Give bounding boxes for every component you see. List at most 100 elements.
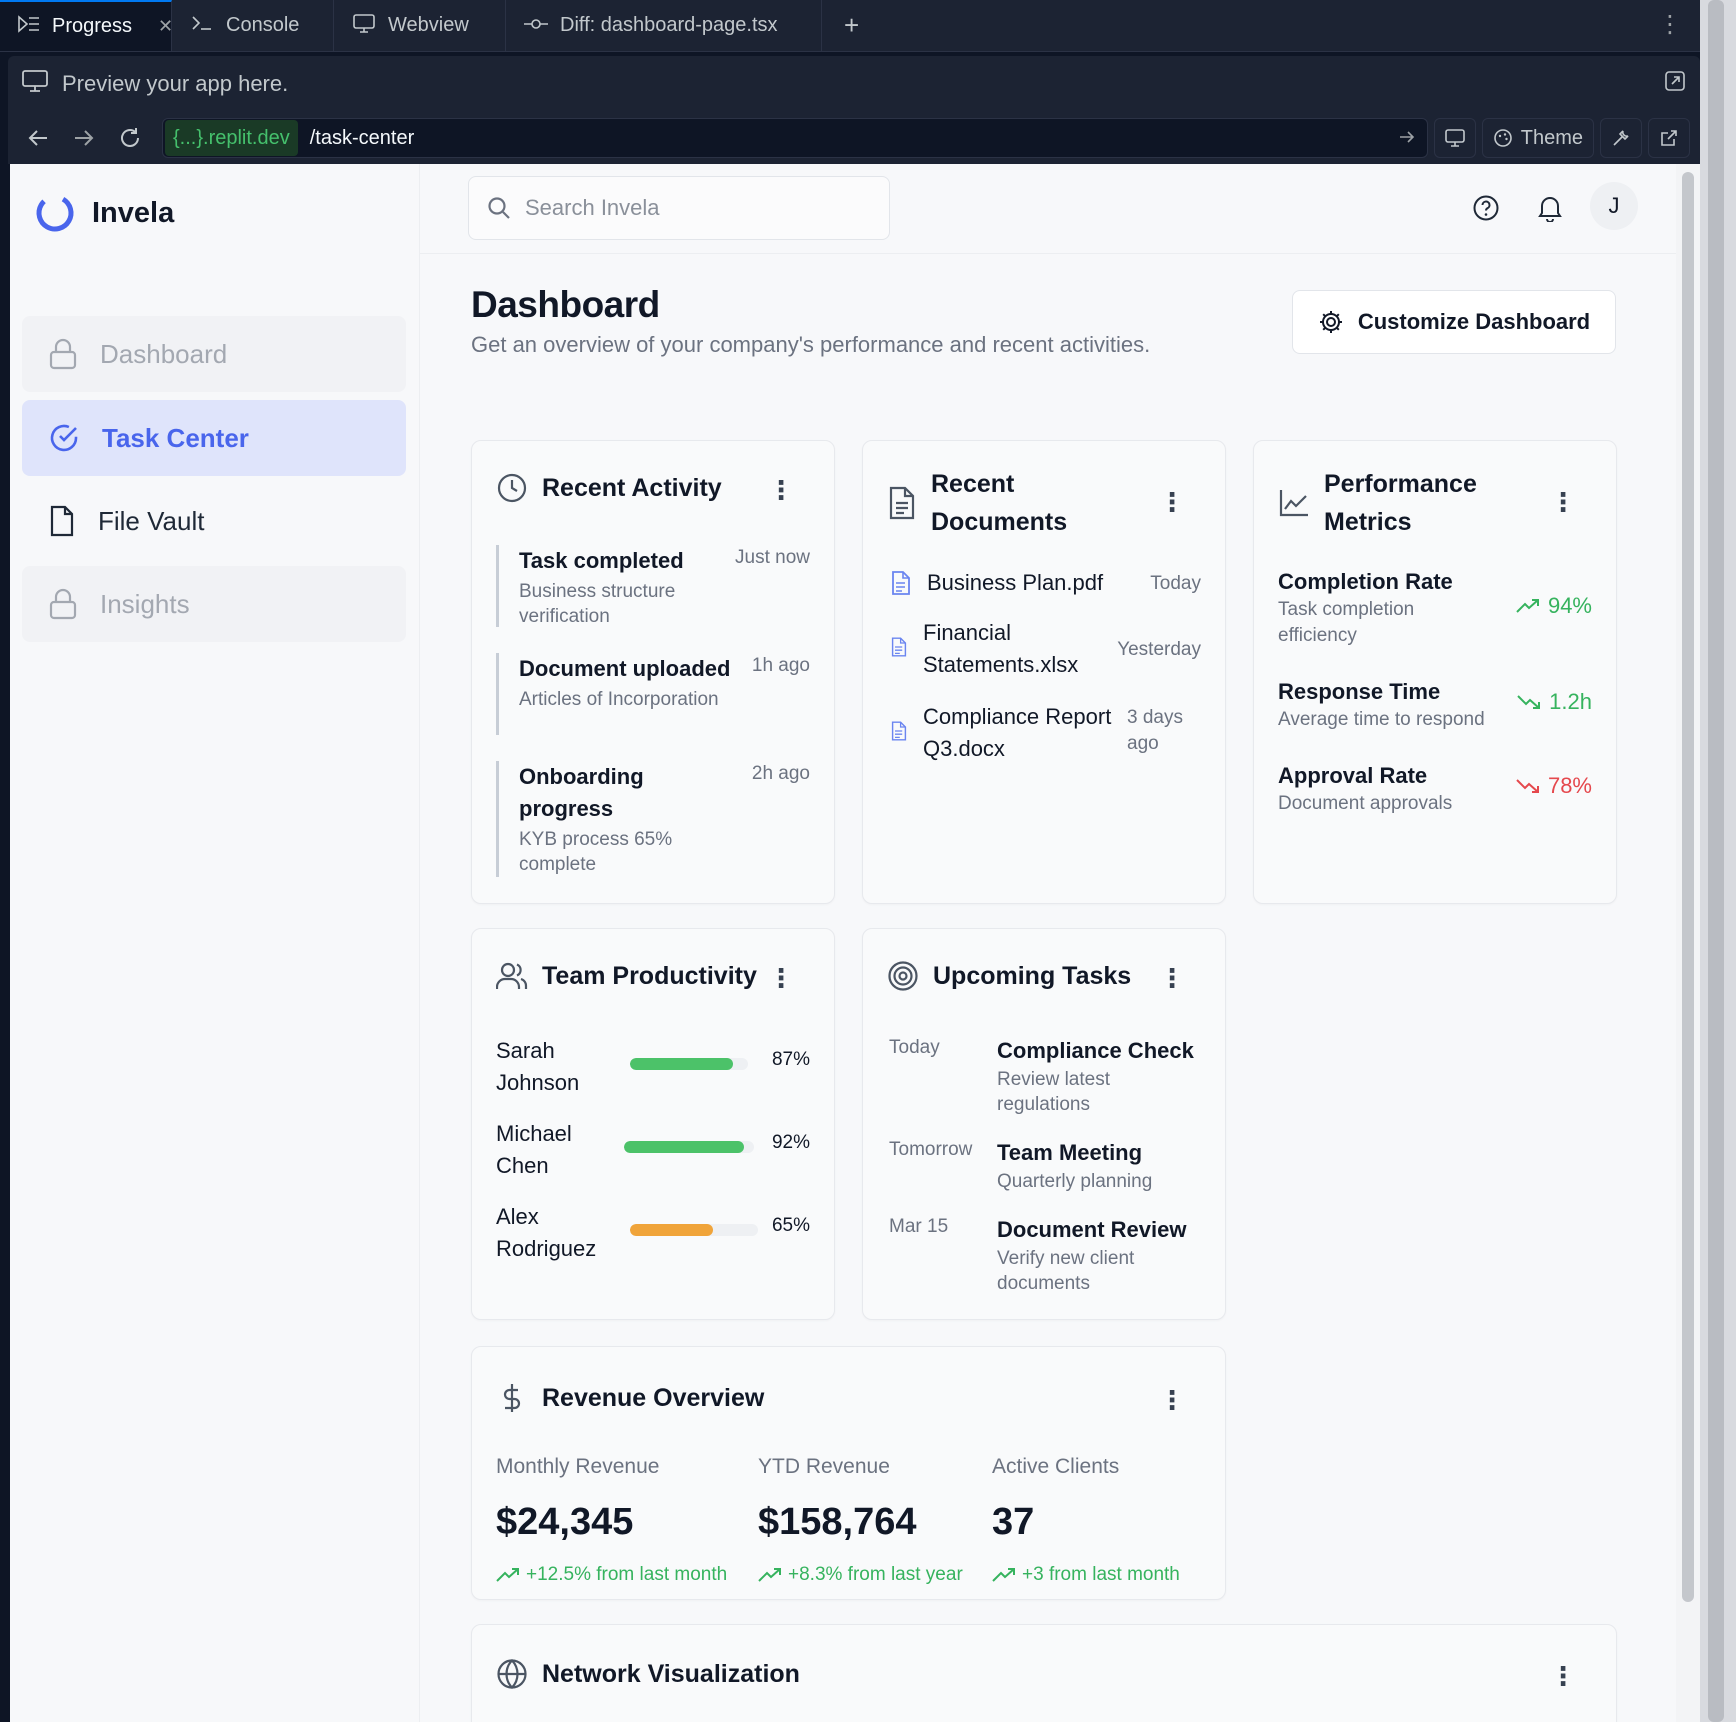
sidebar-item-file-vault[interactable]: File Vault [22, 483, 406, 559]
card-header: Team Productivity [496, 957, 810, 995]
trending-up-icon [1516, 599, 1539, 613]
more-vertical-icon[interactable]: ⋮ [1550, 487, 1576, 518]
more-vertical-icon[interactable]: ⋮ [1159, 487, 1185, 518]
metric-completion-rate[interactable]: Completion Rate Task completion efficien… [1278, 567, 1592, 649]
activity-title: Document uploaded [519, 656, 731, 681]
card-title: Recent Documents [931, 470, 1068, 536]
activity-desc: Business structure verification [519, 581, 676, 627]
progress-icon [18, 15, 40, 38]
tab-label: Diff: dashboard-page.tsx [560, 14, 778, 36]
task-item[interactable]: Mar 15 Document Review Verify new client… [889, 1214, 1201, 1304]
theme-button[interactable]: Theme [1481, 118, 1594, 158]
metric-value: 1.2h [1517, 689, 1592, 715]
sidebar-item-insights[interactable]: Insights [22, 566, 406, 642]
close-icon[interactable]: ✕ [158, 16, 173, 37]
revenue-stat-monthly: Monthly Revenue $24,345 +12.5% from last… [496, 1455, 727, 1586]
trending-down-icon [1517, 695, 1541, 709]
metric-approval-rate[interactable]: Approval Rate Document approvals 78% [1278, 761, 1592, 817]
list-item[interactable]: Onboarding progress KYB process 65% comp… [496, 761, 810, 877]
card-header: Performance Metrics [1278, 465, 1592, 541]
list-item[interactable]: Document uploaded Articles of Incorporat… [496, 653, 810, 735]
productivity-row[interactable]: Sarah Johnson 87% [496, 1035, 810, 1099]
metric-response-time[interactable]: Response Time Average time to respond 1.… [1278, 677, 1592, 733]
search-input[interactable] [525, 195, 865, 221]
task-title: Team Meeting [997, 1140, 1143, 1165]
add-tab-button[interactable]: + [822, 0, 881, 51]
more-vertical-icon[interactable]: ⋮ [1550, 1661, 1576, 1692]
open-new-tab-button[interactable] [1648, 118, 1690, 158]
scrollbar-thumb[interactable] [1682, 172, 1694, 1602]
tab-label: Console [226, 14, 300, 36]
monitor-icon [22, 70, 48, 98]
address-field[interactable]: {...}.replit.dev /task-center [162, 118, 1428, 158]
scrollbar[interactable] [1676, 164, 1700, 1722]
devtools-button[interactable] [1600, 118, 1642, 158]
more-vertical-icon[interactable]: ⋮ [1159, 1385, 1185, 1416]
task-item[interactable]: Today Compliance Check Review latest reg… [889, 1035, 1201, 1125]
brand-logo[interactable]: Invela [34, 192, 174, 234]
page-title: Dashboard [471, 284, 660, 325]
wrench-icon [1613, 130, 1629, 146]
stat-value: $24,345 [496, 1501, 634, 1543]
progress-fill [624, 1141, 744, 1153]
member-percent: 87% [771, 1049, 810, 1070]
go-arrow-icon[interactable] [1399, 128, 1415, 149]
search-icon [488, 197, 510, 219]
help-icon[interactable] [1464, 186, 1508, 230]
sidebar-item-task-center[interactable]: Task Center [22, 400, 406, 476]
list-item[interactable]: Financial Statements.xlsx Yesterday [891, 617, 1201, 681]
sidebar: Invela Dashboard Task Center File Vault … [10, 164, 420, 1722]
activity-time: Just now [735, 547, 810, 568]
task-body: Team Meeting Quarterly planning [997, 1137, 1201, 1194]
list-item[interactable]: Business Plan.pdf Today [891, 567, 1201, 599]
task-item[interactable]: Tomorrow Team Meeting Quarterly planning [889, 1137, 1201, 1201]
outer-scrollbar[interactable] [1700, 0, 1736, 1722]
invela-logo-icon [36, 194, 74, 232]
card-title: Recent Activity [542, 474, 722, 502]
recent-activity-card: Recent Activity ⋮ Task completed Busines… [471, 440, 835, 904]
activity-title: Onboarding progress [519, 764, 644, 821]
device-toggle-button[interactable] [1433, 118, 1476, 158]
list-item[interactable]: Compliance Report Q3.docx 3 days ago [891, 701, 1201, 765]
document-name: Business Plan.pdf [927, 570, 1104, 595]
metric-value-text: 78% [1547, 773, 1592, 798]
list-item[interactable]: Task completed Business structure verifi… [496, 545, 810, 627]
task-desc: Review latest regulations [997, 1069, 1110, 1115]
top-header: J [420, 164, 1676, 254]
progress-fill [630, 1058, 733, 1070]
external-preview-icon[interactable] [1664, 70, 1686, 98]
theme-label: Theme [1520, 126, 1583, 149]
performance-metrics-card: Performance Metrics ⋮ Completion Rate Ta… [1253, 440, 1617, 904]
bell-icon[interactable] [1528, 186, 1572, 230]
productivity-row[interactable]: Alex Rodriguez 65% [496, 1201, 810, 1265]
metric-value-text: 94% [1547, 593, 1592, 618]
productivity-row[interactable]: Michael Chen 92% [496, 1118, 810, 1182]
more-vertical-icon[interactable]: ⋮ [1159, 963, 1185, 994]
member-name: Alex Rodriguez [496, 1204, 597, 1261]
sidebar-item-label: File Vault [98, 505, 205, 536]
activity-title: Task completed [519, 548, 684, 573]
task-body: Compliance Check Review latest regulatio… [997, 1035, 1201, 1117]
card-header: Network Visualization [496, 1655, 1592, 1693]
more-vertical-icon[interactable]: ⋮ [768, 475, 794, 506]
more-vertical-icon[interactable]: ⋮ [768, 963, 794, 994]
tab-webview[interactable]: Webview [334, 0, 506, 51]
search-box[interactable] [468, 176, 890, 240]
reload-icon[interactable] [110, 118, 150, 158]
progress-fill [630, 1224, 714, 1236]
avatar[interactable]: J [1590, 182, 1638, 230]
sidebar-item-dashboard[interactable]: Dashboard [22, 316, 406, 392]
tab-progress[interactable]: Progress ✕ [0, 0, 173, 51]
progress-bar [624, 1141, 754, 1153]
outer-scrollbar-thumb[interactable] [1708, 0, 1724, 1722]
more-vertical-icon[interactable]: ⋮ [1658, 10, 1682, 39]
stat-change-text: +3 from last month [1022, 1564, 1180, 1585]
tab-diff[interactable]: Diff: dashboard-page.tsx [506, 0, 822, 51]
forward-arrow-icon[interactable] [64, 118, 104, 158]
tab-console[interactable]: Console [172, 0, 334, 51]
tab-label: Webview [388, 14, 469, 36]
customize-dashboard-button[interactable]: Customize Dashboard [1292, 290, 1616, 354]
sidebar-item-label: Dashboard [100, 338, 228, 369]
revenue-overview-card: Revenue Overview ⋮ Monthly Revenue $24,3… [471, 1346, 1226, 1600]
back-arrow-icon[interactable] [18, 118, 58, 158]
